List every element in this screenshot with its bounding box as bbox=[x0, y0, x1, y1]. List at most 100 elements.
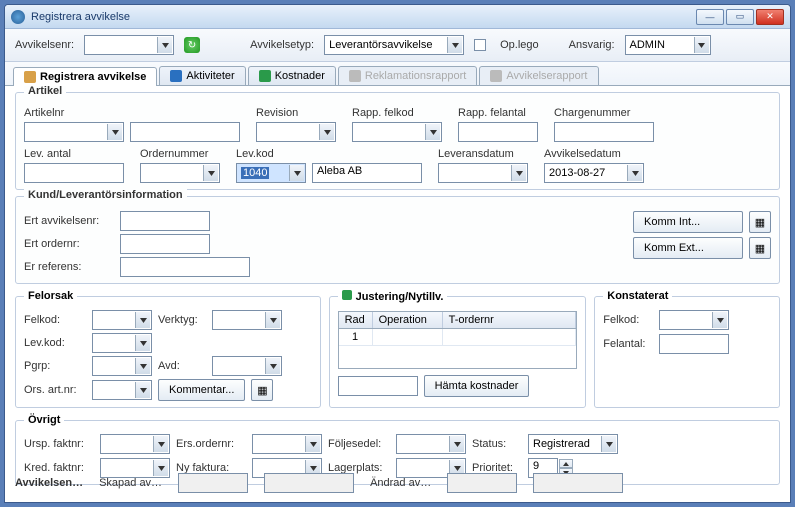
ert-ordernr-input[interactable] bbox=[120, 234, 210, 254]
avvikelsetyp-combo[interactable]: Leverantörsavvikelse bbox=[324, 35, 464, 55]
avvikelsedatum-combo[interactable]: 2013-08-27 bbox=[544, 163, 644, 183]
avd-combo[interactable] bbox=[212, 356, 282, 376]
window-title: Registrera avvikelse bbox=[31, 11, 696, 23]
foljesedel-combo[interactable] bbox=[396, 434, 466, 454]
konst-felantal-label: Felantal: bbox=[603, 338, 653, 350]
andrad-av-label: Ändrad av… bbox=[370, 477, 431, 489]
tab-kostnader-label: Kostnader bbox=[275, 70, 325, 82]
refresh-icon[interactable] bbox=[184, 37, 200, 53]
leveransdatum-combo[interactable] bbox=[438, 163, 528, 183]
grid-col-rad: Rad bbox=[339, 312, 373, 328]
hamta-kostnader-button[interactable]: Hämta kostnader bbox=[424, 375, 530, 397]
er-referens-label: Er referens: bbox=[24, 261, 114, 273]
avvikelsenr-combo[interactable] bbox=[84, 35, 174, 55]
avd-label: Avd: bbox=[158, 360, 206, 372]
tab-aktiviteter-label: Aktiviteter bbox=[186, 70, 234, 82]
pgrp-combo[interactable] bbox=[92, 356, 152, 376]
spin-up-icon[interactable] bbox=[559, 459, 573, 468]
rapp-felantal-input[interactable] bbox=[458, 122, 538, 142]
tab-kostnader-icon bbox=[259, 70, 271, 82]
chevron-down-icon[interactable] bbox=[449, 436, 464, 452]
levkod-name: Aleba AB bbox=[312, 163, 422, 183]
chevron-down-icon[interactable] bbox=[107, 124, 122, 140]
komm-ext-button[interactable]: Komm Ext... bbox=[633, 237, 743, 259]
ert-ordernr-label: Ert ordernr: bbox=[24, 238, 114, 250]
avvikelsetyp-drop-icon[interactable] bbox=[447, 37, 462, 53]
konst-felkod-combo[interactable] bbox=[659, 310, 729, 330]
oplego-checkbox[interactable] bbox=[474, 39, 486, 51]
tab-avvrapport-label: Avvikelserapport bbox=[506, 70, 587, 82]
chevron-down-icon[interactable] bbox=[135, 312, 150, 328]
lev-antal-label: Lev. antal bbox=[24, 148, 124, 160]
ert-avvikelsenr-input[interactable] bbox=[120, 211, 210, 231]
skapad-av-date bbox=[264, 473, 354, 493]
justering-sum-input[interactable] bbox=[338, 376, 418, 396]
chevron-down-icon[interactable] bbox=[305, 436, 320, 452]
kommentar-button[interactable]: Kommentar... bbox=[158, 379, 245, 401]
chevron-down-icon[interactable] bbox=[319, 124, 334, 140]
er-referens-input[interactable] bbox=[120, 257, 250, 277]
rapp-felkod-combo[interactable] bbox=[352, 122, 442, 142]
chevron-down-icon[interactable] bbox=[511, 165, 526, 181]
komm-int-detail-button[interactable]: ▦ bbox=[749, 211, 771, 233]
close-button[interactable]: ✕ bbox=[756, 9, 784, 25]
revision-combo[interactable] bbox=[256, 122, 336, 142]
tab-registrera-icon bbox=[24, 71, 36, 83]
ansvarig-combo[interactable]: ADMIN bbox=[625, 35, 711, 55]
felorsak-felkod-label: Felkod: bbox=[24, 314, 86, 326]
chevron-down-icon[interactable] bbox=[135, 382, 150, 398]
avvikelsedatum-label: Avvikelsedatum bbox=[544, 148, 644, 160]
artikelnr-combo[interactable] bbox=[24, 122, 124, 142]
artikelnr-label: Artikelnr bbox=[24, 107, 240, 119]
justering-grid[interactable]: Rad Operation T-ordernr 1 bbox=[338, 311, 578, 369]
chargenummer-input[interactable] bbox=[554, 122, 654, 142]
grid-col-tordernr: T-ordernr bbox=[443, 312, 577, 328]
chevron-down-icon[interactable] bbox=[135, 358, 150, 374]
artikelnr-desc[interactable] bbox=[130, 122, 240, 142]
verktyg-label: Verktyg: bbox=[158, 314, 206, 326]
ors-artnr-combo[interactable] bbox=[92, 380, 152, 400]
felorsak-group: Felorsak Felkod:Verktyg: Lev.kod: Pgrp:A… bbox=[15, 290, 321, 408]
komm-ext-detail-button[interactable]: ▦ bbox=[749, 237, 771, 259]
felorsak-levkod-combo[interactable] bbox=[92, 333, 152, 353]
komm-int-button[interactable]: Komm Int... bbox=[633, 211, 743, 233]
felorsak-felkod-combo[interactable] bbox=[92, 310, 152, 330]
levkod-combo[interactable]: 1040 bbox=[236, 163, 306, 183]
rapp-felantal-label: Rapp. felantal bbox=[458, 107, 538, 119]
ansvarig-drop-icon[interactable] bbox=[694, 37, 709, 53]
table-row[interactable]: 1 bbox=[339, 329, 577, 346]
chevron-down-icon[interactable] bbox=[289, 165, 304, 181]
foljesedel-label: Följesedel: bbox=[328, 438, 390, 450]
verktyg-combo[interactable] bbox=[212, 310, 282, 330]
chevron-down-icon[interactable] bbox=[153, 436, 168, 452]
chevron-down-icon[interactable] bbox=[601, 436, 616, 452]
tab-aktiviteter[interactable]: Aktiviteter bbox=[159, 66, 245, 85]
ordernummer-combo[interactable] bbox=[140, 163, 220, 183]
tab-registrera[interactable]: Registrera avvikelse bbox=[13, 67, 157, 86]
ers-ordernr-combo[interactable] bbox=[252, 434, 322, 454]
konstaterat-group: Konstaterat Felkod: Felantal: bbox=[594, 290, 780, 408]
grid-cell-operation bbox=[373, 329, 443, 346]
maximize-button[interactable]: ▭ bbox=[726, 9, 754, 25]
tab-kostnader[interactable]: Kostnader bbox=[248, 66, 336, 85]
kommentar-detail-button[interactable]: ▦ bbox=[251, 379, 273, 401]
ursp-faktnr-combo[interactable] bbox=[100, 434, 170, 454]
avvikelsenr-drop-icon[interactable] bbox=[157, 37, 172, 53]
chevron-down-icon[interactable] bbox=[627, 165, 642, 181]
leveransdatum-label: Leveransdatum bbox=[438, 148, 528, 160]
tab-reklam-icon bbox=[349, 70, 361, 82]
chevron-down-icon[interactable] bbox=[265, 312, 280, 328]
chevron-down-icon[interactable] bbox=[712, 312, 727, 328]
kundlev-group-title: Kund/Leverantörsinformation bbox=[24, 189, 187, 201]
chevron-down-icon[interactable] bbox=[135, 335, 150, 351]
chevron-down-icon[interactable] bbox=[265, 358, 280, 374]
ursp-faktnr-label: Ursp. faktnr: bbox=[24, 438, 94, 450]
konst-felantal-input[interactable] bbox=[659, 334, 729, 354]
chevron-down-icon[interactable] bbox=[203, 165, 218, 181]
avvikelsetyp-label: Avvikelsetyp: bbox=[250, 39, 314, 51]
tab-avvrapport-icon bbox=[490, 70, 502, 82]
lev-antal-input[interactable] bbox=[24, 163, 124, 183]
status-combo[interactable]: Registrerad bbox=[528, 434, 618, 454]
chevron-down-icon[interactable] bbox=[425, 124, 440, 140]
minimize-button[interactable]: — bbox=[696, 9, 724, 25]
